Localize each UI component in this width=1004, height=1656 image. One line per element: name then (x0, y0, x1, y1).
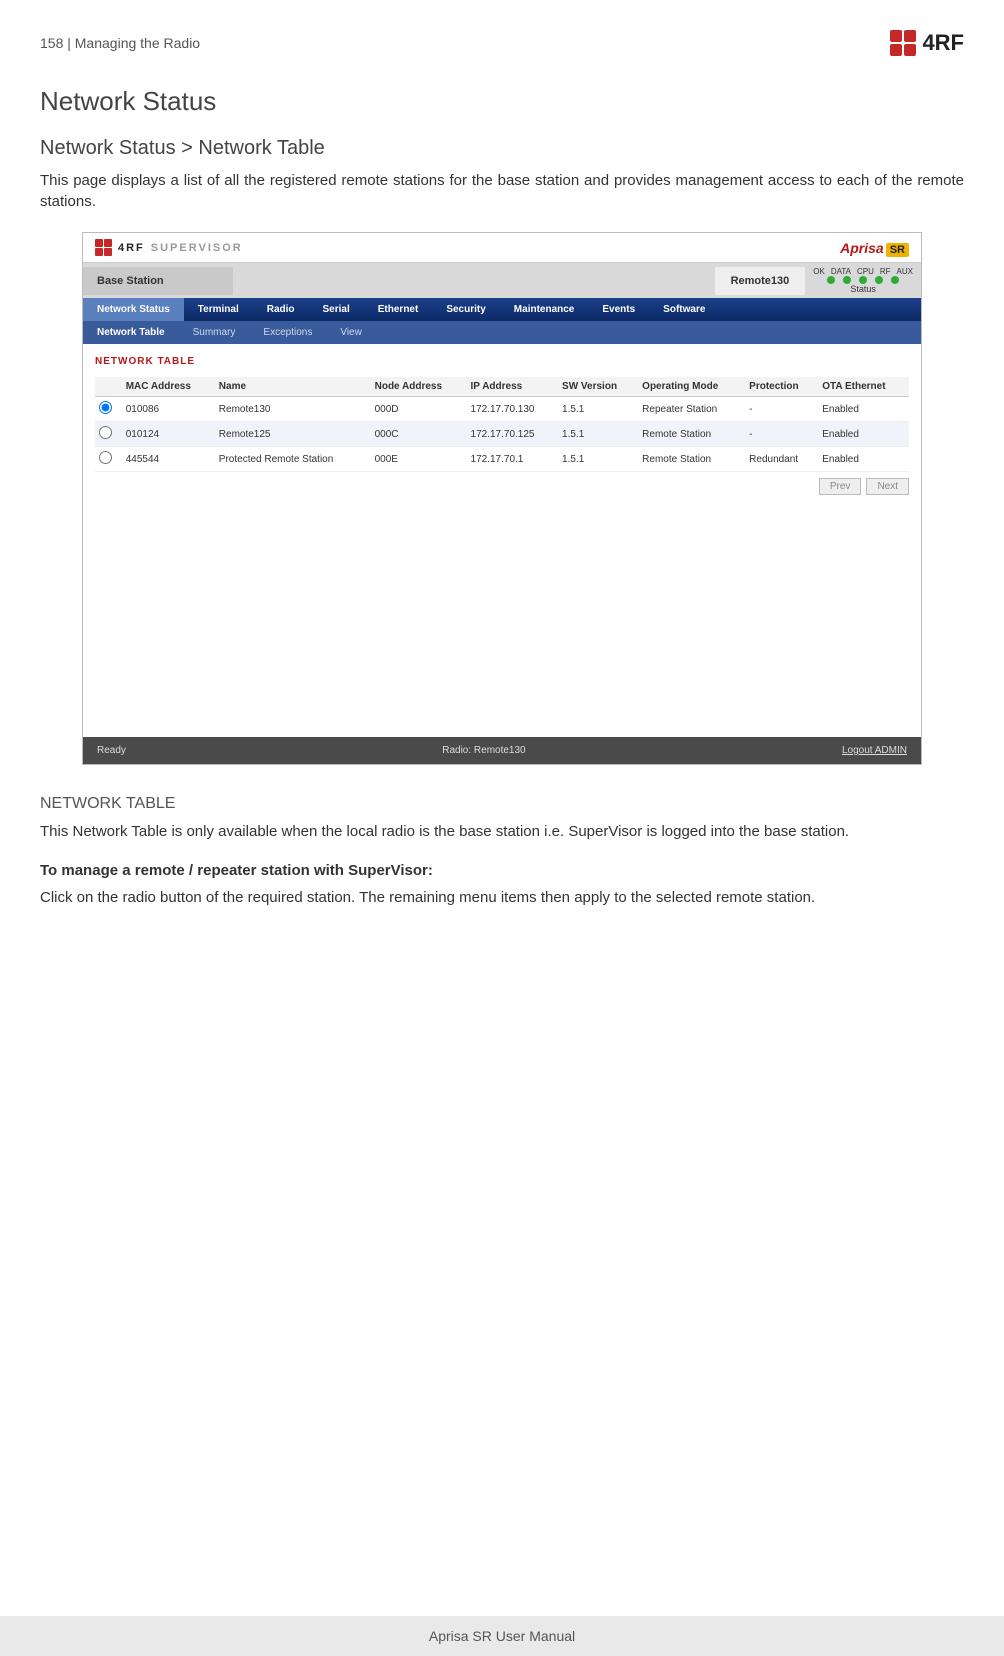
col-node: Node Address (371, 377, 467, 397)
brand-text: 4RF (922, 30, 964, 56)
cell-ip: 172.17.70.130 (467, 397, 559, 422)
menu-software[interactable]: Software (649, 298, 719, 321)
main-menubar: Network Status Terminal Radio Serial Eth… (83, 298, 921, 321)
col-radio (95, 377, 122, 397)
panel-title: NETWORK TABLE (95, 356, 909, 367)
cell-mode: Remote Station (638, 447, 745, 472)
cell-node: 000C (371, 422, 467, 447)
col-mac: MAC Address (122, 377, 215, 397)
cell-name: Protected Remote Station (215, 447, 371, 472)
col-name: Name (215, 377, 371, 397)
menu-maintenance[interactable]: Maintenance (500, 298, 589, 321)
cell-ota: Enabled (818, 397, 909, 422)
cell-prot: - (745, 397, 818, 422)
bold-heading: To manage a remote / repeater station wi… (40, 862, 964, 879)
header-page-section: 158 | Managing the Radio (40, 35, 200, 51)
led-cpu-icon (859, 276, 867, 284)
brand-logo: 4RF (890, 30, 964, 56)
menu-events[interactable]: Events (588, 298, 649, 321)
row-radio[interactable] (99, 451, 112, 464)
page-title: Network Status (40, 86, 964, 117)
menu-terminal[interactable]: Terminal (184, 298, 253, 321)
bold-text: Click on the radio button of the require… (40, 887, 964, 908)
remote-tab[interactable]: Remote130 (715, 267, 806, 295)
col-ota: OTA Ethernet (818, 377, 909, 397)
led-ok-icon (827, 276, 835, 284)
submenu-summary[interactable]: Summary (179, 321, 250, 344)
footer-radio: Radio: Remote130 (442, 745, 525, 756)
breadcrumb: Network Status > Network Table (40, 137, 964, 160)
led-label: DATA (831, 267, 851, 276)
col-prot: Protection (745, 377, 818, 397)
logout-link[interactable]: Logout ADMIN (842, 745, 907, 756)
prev-button[interactable]: Prev (819, 478, 862, 495)
next-button[interactable]: Next (866, 478, 909, 495)
row-radio[interactable] (99, 426, 112, 439)
cell-node: 000D (371, 397, 467, 422)
cell-ota: Enabled (818, 422, 909, 447)
cell-ver: 1.5.1 (558, 397, 638, 422)
cell-name: Remote130 (215, 397, 371, 422)
footer-status: Ready (97, 745, 126, 756)
led-label: CPU (857, 267, 874, 276)
submenu-view[interactable]: View (326, 321, 376, 344)
row-radio[interactable] (99, 401, 112, 414)
submenu: Network Table Summary Exceptions View (83, 321, 921, 344)
cell-mode: Repeater Station (638, 397, 745, 422)
cell-ota: Enabled (818, 447, 909, 472)
led-aux-icon (891, 276, 899, 284)
intro-paragraph: This page displays a list of all the reg… (40, 170, 964, 212)
cell-mac: 010124 (122, 422, 215, 447)
cell-prot: Redundant (745, 447, 818, 472)
led-label: AUX (897, 267, 913, 276)
cell-name: Remote125 (215, 422, 371, 447)
logo-squares-icon (95, 239, 112, 256)
led-data-icon (843, 276, 851, 284)
cell-mac: 445544 (122, 447, 215, 472)
col-ip: IP Address (467, 377, 559, 397)
section-text: This Network Table is only available whe… (40, 821, 964, 842)
led-rf-icon (875, 276, 883, 284)
cell-ver: 1.5.1 (558, 447, 638, 472)
cell-ver: 1.5.1 (558, 422, 638, 447)
table-row[interactable]: 010124 Remote125 000C 172.17.70.125 1.5.… (95, 422, 909, 447)
menu-security[interactable]: Security (432, 298, 499, 321)
led-label: OK (813, 267, 825, 276)
menu-ethernet[interactable]: Ethernet (364, 298, 433, 321)
menu-network-status[interactable]: Network Status (83, 298, 184, 321)
cell-mac: 010086 (122, 397, 215, 422)
led-label: RF (880, 267, 891, 276)
menu-serial[interactable]: Serial (309, 298, 364, 321)
submenu-network-table[interactable]: Network Table (83, 321, 179, 344)
table-row[interactable]: 445544 Protected Remote Station 000E 172… (95, 447, 909, 472)
table-row[interactable]: 010086 Remote130 000D 172.17.70.130 1.5.… (95, 397, 909, 422)
network-table: MAC Address Name Node Address IP Address… (95, 377, 909, 472)
section-heading: NETWORK TABLE (40, 795, 964, 813)
status-label: Status (813, 284, 913, 294)
cell-ip: 172.17.70.125 (467, 422, 559, 447)
cell-node: 000E (371, 447, 467, 472)
supervisor-screenshot: 4RF SUPERVISOR AprisaSR Base Station Rem… (82, 232, 922, 765)
col-sw: SW Version (558, 377, 638, 397)
supervisor-logo: 4RF SUPERVISOR (95, 239, 243, 256)
menu-radio[interactable]: Radio (253, 298, 309, 321)
cell-prot: - (745, 422, 818, 447)
page-footer: Aprisa SR User Manual (0, 1616, 1004, 1656)
col-mode: Operating Mode (638, 377, 745, 397)
logo-squares-icon (890, 30, 916, 56)
cell-ip: 172.17.70.1 (467, 447, 559, 472)
base-station-tab[interactable]: Base Station (83, 267, 233, 295)
submenu-exceptions[interactable]: Exceptions (249, 321, 326, 344)
cell-mode: Remote Station (638, 422, 745, 447)
aprisa-logo: AprisaSR (840, 240, 909, 256)
supervisor-label: SUPERVISOR (151, 242, 243, 254)
